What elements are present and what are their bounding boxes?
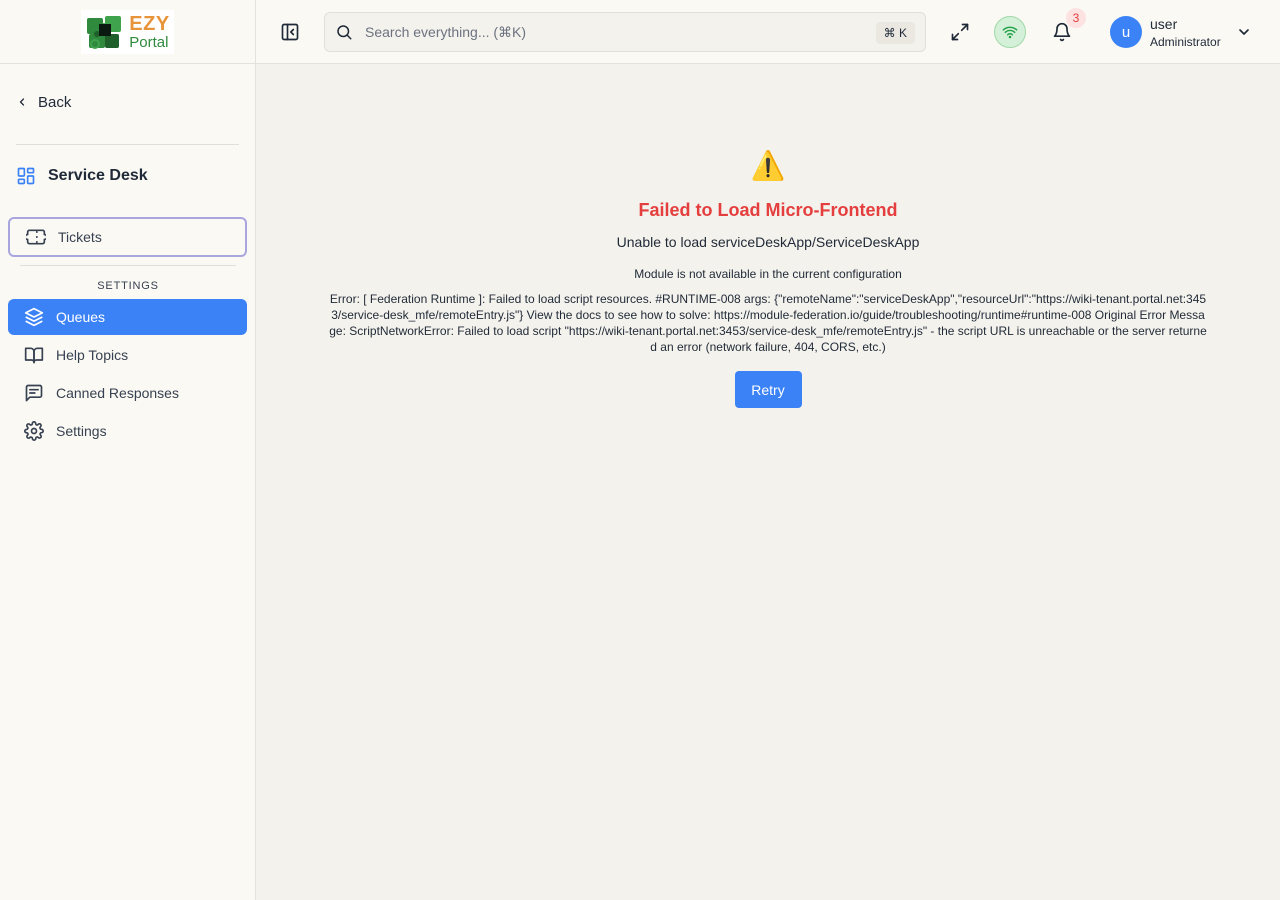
avatar[interactable]: u bbox=[1110, 16, 1142, 48]
chevron-down-icon[interactable] bbox=[1236, 24, 1252, 40]
sidebar-item-label: Tickets bbox=[58, 229, 102, 245]
sidebar-item-canned-responses[interactable]: Canned Responses bbox=[8, 375, 247, 411]
sidebar-item-help-topics[interactable]: Help Topics bbox=[8, 337, 247, 373]
sidebar-item-label: Help Topics bbox=[56, 347, 129, 363]
global-search[interactable]: ⌘ K bbox=[324, 12, 926, 52]
sidebar-item-label: Canned Responses bbox=[56, 385, 179, 401]
message-square-text-icon bbox=[24, 383, 44, 403]
ticket-icon bbox=[26, 227, 46, 247]
warning-icon: ⚠️ bbox=[750, 150, 786, 181]
error-detail-text: Error: [ Federation Runtime ]: Failed to… bbox=[329, 292, 1207, 354]
user-menu[interactable]: user Administrator bbox=[1150, 16, 1221, 49]
dashboard-grid-icon bbox=[16, 166, 36, 186]
gear-icon bbox=[24, 421, 44, 441]
fullscreen-icon[interactable] bbox=[950, 22, 970, 42]
connection-status-button[interactable] bbox=[994, 16, 1026, 48]
sidebar-item-label: Settings bbox=[56, 423, 107, 439]
logo-text-portal: Portal bbox=[129, 33, 169, 51]
sidebar: EZY Portal Back Service Desk Tickets SET… bbox=[0, 0, 256, 900]
section-title: Service Desk bbox=[48, 167, 148, 184]
settings-heading: SETTINGS bbox=[97, 280, 159, 292]
layers-icon bbox=[24, 307, 44, 327]
sidebar-item-tickets[interactable]: Tickets bbox=[8, 217, 247, 257]
error-title: Failed to Load Micro-Frontend bbox=[638, 200, 898, 220]
retry-button[interactable]: Retry bbox=[734, 371, 802, 408]
notification-count-badge: 3 bbox=[1066, 8, 1086, 28]
section-header-service-desk: Service Desk bbox=[16, 162, 148, 190]
back-label: Back bbox=[38, 93, 72, 111]
logo-text-ezy: EZY bbox=[129, 12, 170, 35]
chevron-left-icon bbox=[16, 96, 28, 108]
sidebar-collapse-icon[interactable] bbox=[280, 22, 300, 42]
sidebar-item-queues[interactable]: Queues bbox=[8, 299, 247, 335]
sidebar-item-settings[interactable]: Settings bbox=[8, 413, 247, 449]
logo-area: EZY Portal bbox=[0, 0, 255, 64]
search-shortcut-badge: ⌘ K bbox=[875, 22, 915, 44]
error-module-message: Module is not available in the current c… bbox=[634, 267, 902, 281]
divider bbox=[20, 265, 236, 266]
top-header: ⌘ K 3 u user Administrator bbox=[256, 0, 1280, 64]
error-subtitle: Unable to load serviceDeskApp/ServiceDes… bbox=[616, 234, 920, 250]
user-role: Administrator bbox=[1150, 34, 1221, 49]
divider bbox=[16, 144, 239, 145]
back-button[interactable]: Back bbox=[16, 88, 71, 116]
wifi-icon bbox=[1002, 26, 1018, 39]
error-panel: ⚠️ Failed to Load Micro-Frontend Unable … bbox=[256, 150, 1280, 408]
main-content: ⚠️ Failed to Load Micro-Frontend Unable … bbox=[256, 64, 1280, 900]
book-open-icon bbox=[24, 345, 44, 365]
user-name: user bbox=[1150, 16, 1178, 32]
sidebar-item-label: Queues bbox=[56, 309, 106, 325]
search-icon bbox=[335, 23, 353, 41]
search-input[interactable] bbox=[365, 24, 845, 40]
puzzle-logo-icon bbox=[87, 15, 122, 49]
ezy-portal-logo[interactable]: EZY Portal bbox=[81, 9, 174, 54]
